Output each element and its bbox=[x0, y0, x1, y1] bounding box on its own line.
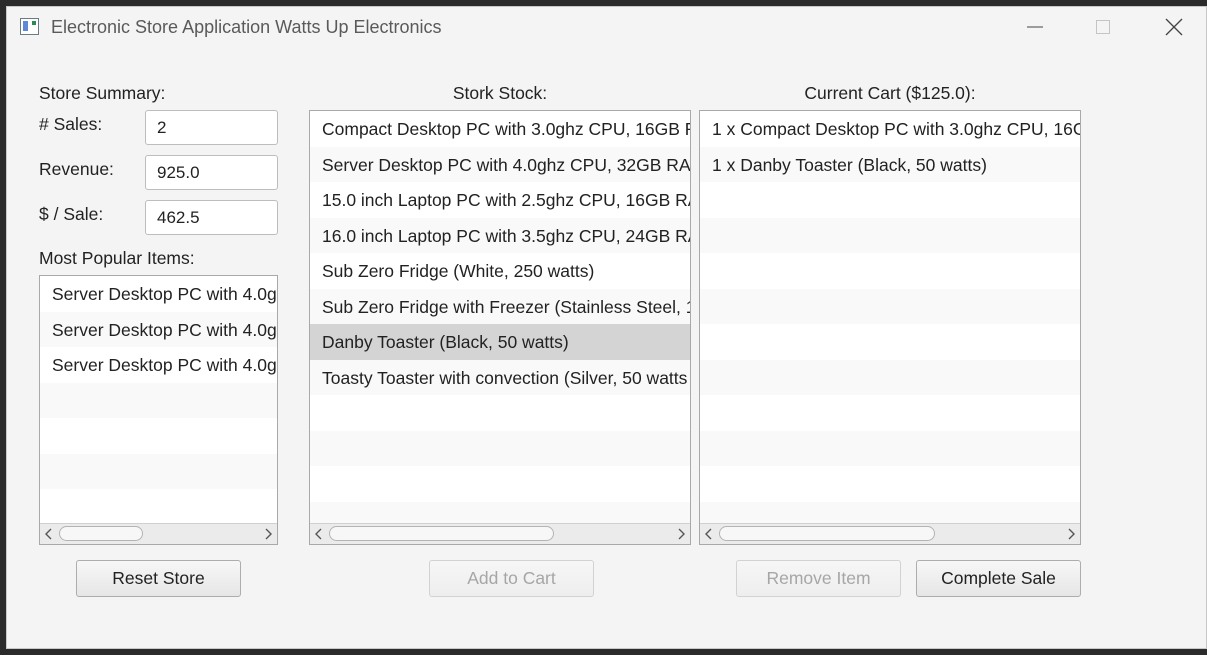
minimize-icon bbox=[1027, 26, 1043, 28]
add-to-cart-button[interactable]: Add to Cart bbox=[429, 560, 594, 597]
scroll-left-icon[interactable] bbox=[312, 527, 326, 541]
list-item[interactable]: Server Desktop PC with 4.0g bbox=[40, 311, 277, 347]
per-sale-field[interactable]: 462.5 bbox=[145, 200, 278, 235]
empty-row bbox=[40, 418, 277, 454]
empty-row bbox=[700, 359, 1080, 395]
app-window: Electronic Store Application Watts Up El… bbox=[6, 6, 1207, 649]
maximize-button[interactable] bbox=[1080, 7, 1126, 47]
sales-field[interactable]: 2 bbox=[145, 110, 278, 145]
scrollbar-thumb[interactable] bbox=[719, 526, 935, 541]
window-title: Electronic Store Application Watts Up El… bbox=[51, 17, 442, 37]
horizontal-scrollbar[interactable] bbox=[40, 523, 277, 544]
list-item-selected[interactable]: Danby Toaster (Black, 50 watts) bbox=[310, 324, 690, 360]
title-bar[interactable]: Electronic Store Application Watts Up El… bbox=[7, 7, 1206, 47]
empty-row bbox=[700, 501, 1080, 523]
stock-heading: Stork Stock: bbox=[452, 83, 548, 103]
empty-row bbox=[700, 182, 1080, 218]
close-button[interactable] bbox=[1151, 7, 1197, 47]
revenue-field[interactable]: 925.0 bbox=[145, 155, 278, 190]
reset-store-button[interactable]: Reset Store bbox=[76, 560, 241, 597]
app-icon bbox=[20, 18, 39, 35]
empty-row bbox=[310, 395, 690, 431]
horizontal-scrollbar[interactable] bbox=[310, 523, 690, 544]
list-item[interactable]: Server Desktop PC with 4.0g bbox=[40, 276, 277, 312]
scroll-right-icon[interactable] bbox=[1064, 527, 1078, 541]
list-item[interactable]: Compact Desktop PC with 3.0ghz CPU, 16GB… bbox=[310, 111, 690, 147]
store-summary-heading: Store Summary: bbox=[39, 83, 166, 103]
list-item[interactable]: 1 x Compact Desktop PC with 3.0ghz CPU, … bbox=[700, 111, 1080, 147]
popular-items-heading: Most Popular Items: bbox=[39, 248, 195, 268]
empty-row bbox=[700, 430, 1080, 466]
minimize-button[interactable] bbox=[1012, 7, 1058, 47]
list-item[interactable]: Sub Zero Fridge (White, 250 watts) bbox=[310, 253, 690, 289]
remove-item-button[interactable]: Remove Item bbox=[736, 560, 901, 597]
revenue-label: Revenue: bbox=[39, 159, 114, 179]
empty-row bbox=[40, 453, 277, 489]
list-item[interactable]: 1 x Danby Toaster (Black, 50 watts) bbox=[700, 146, 1080, 182]
horizontal-scrollbar[interactable] bbox=[700, 523, 1080, 544]
list-item[interactable]: Sub Zero Fridge with Freezer (Stainless … bbox=[310, 288, 690, 324]
empty-row bbox=[700, 466, 1080, 502]
maximize-icon bbox=[1096, 20, 1110, 34]
empty-row bbox=[700, 288, 1080, 324]
cart-heading: Current Cart ($125.0): bbox=[804, 83, 976, 103]
empty-row bbox=[700, 324, 1080, 360]
empty-row bbox=[700, 395, 1080, 431]
list-item[interactable]: Toasty Toaster with convection (Silver, … bbox=[310, 359, 690, 395]
empty-row bbox=[700, 217, 1080, 253]
scrollbar-thumb[interactable] bbox=[59, 526, 143, 541]
scroll-left-icon[interactable] bbox=[42, 527, 56, 541]
empty-row bbox=[310, 501, 690, 523]
sales-label: # Sales: bbox=[39, 114, 103, 134]
list-item[interactable]: Server Desktop PC with 4.0ghz CPU, 32GB … bbox=[310, 146, 690, 182]
empty-row bbox=[310, 430, 690, 466]
empty-row bbox=[310, 466, 690, 502]
empty-row bbox=[40, 382, 277, 418]
scroll-left-icon[interactable] bbox=[702, 527, 716, 541]
list-item[interactable]: 16.0 inch Laptop PC with 3.5ghz CPU, 24G… bbox=[310, 217, 690, 253]
empty-row bbox=[700, 253, 1080, 289]
scroll-right-icon[interactable] bbox=[261, 527, 275, 541]
list-item[interactable]: 15.0 inch Laptop PC with 2.5ghz CPU, 16G… bbox=[310, 182, 690, 218]
cart-list[interactable]: 1 x Compact Desktop PC with 3.0ghz CPU, … bbox=[699, 110, 1081, 545]
popular-items-list[interactable]: Server Desktop PC with 4.0g Server Deskt… bbox=[39, 275, 278, 545]
scrollbar-thumb[interactable] bbox=[329, 526, 554, 541]
close-icon bbox=[1165, 18, 1183, 36]
complete-sale-button[interactable]: Complete Sale bbox=[916, 560, 1081, 597]
scroll-right-icon[interactable] bbox=[674, 527, 688, 541]
list-item[interactable]: Server Desktop PC with 4.0g bbox=[40, 347, 277, 383]
stock-list[interactable]: Compact Desktop PC with 3.0ghz CPU, 16GB… bbox=[309, 110, 691, 545]
empty-row bbox=[40, 489, 277, 523]
per-sale-label: $ / Sale: bbox=[39, 204, 104, 224]
